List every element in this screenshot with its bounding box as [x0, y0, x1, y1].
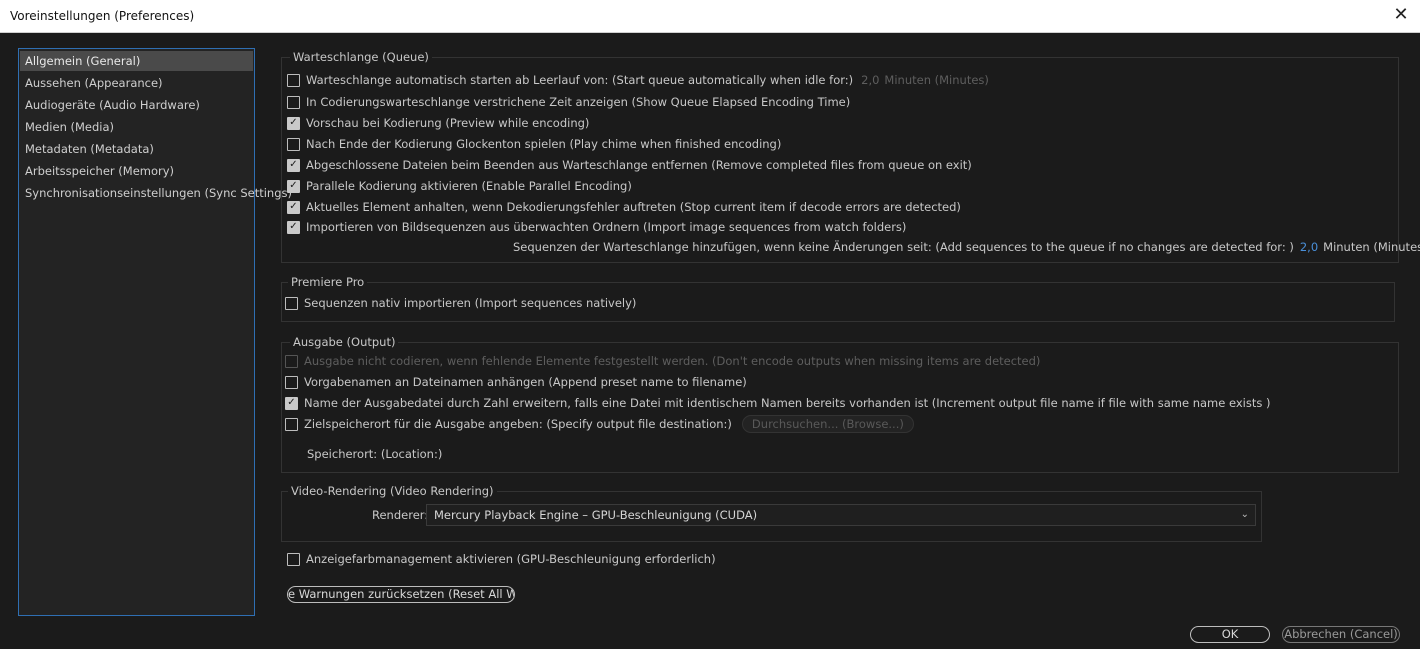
output-option-destination: Zielspeicherort für die Ausgabe angeben:…	[285, 415, 914, 433]
cancel-button[interactable]: Abbrechen (Cancel)	[1282, 626, 1400, 643]
idle-minutes-value[interactable]: 2,0	[861, 73, 879, 87]
category-list: Allgemein (General) Aussehen (Appearance…	[18, 48, 292, 616]
sidebar-item-sync-settings[interactable]: Synchronisationseinstellungen (Sync Sett…	[20, 183, 292, 203]
window-title: Voreinstellungen (Preferences)	[10, 9, 195, 23]
option-label: Ausgabe nicht codieren, wenn fehlende El…	[304, 354, 1041, 368]
queue-option-import-sequences: ✓ Importieren von Bildsequenzen aus über…	[287, 219, 906, 235]
sidebar-item-general[interactable]: Allgemein (General)	[20, 51, 253, 71]
checkbox[interactable]: ✓	[287, 200, 300, 214]
checkbox[interactable]	[287, 73, 300, 87]
option-label: Parallele Kodierung aktivieren (Enable P…	[306, 179, 632, 193]
checkbox[interactable]	[287, 552, 300, 566]
option-label: In Codierungswarteschlange verstrichene …	[306, 95, 851, 109]
option-label: Vorgabenamen an Dateinamen anhängen (App…	[304, 375, 747, 389]
queue-option-autostart: Warteschlange automatisch starten ab Lee…	[287, 72, 989, 88]
checkbox[interactable]	[285, 296, 298, 310]
renderer-value: Mercury Playback Engine – GPU-Beschleuni…	[434, 508, 758, 522]
output-option-increment-name: ✓ Name der Ausgabedatei durch Zahl erwei…	[285, 395, 1270, 411]
close-icon[interactable]: ✕	[1390, 4, 1412, 26]
add-sequences-label: Sequenzen der Warteschlange hinzufügen, …	[513, 240, 1294, 254]
option-label: Nach Ende der Kodierung Glockenton spiel…	[306, 137, 782, 151]
title-bar: Voreinstellungen (Preferences) ✕	[0, 0, 1420, 33]
add-sequences-row: Sequenzen der Warteschlange hinzufügen, …	[513, 239, 1420, 255]
checkbox[interactable]	[287, 95, 300, 109]
option-label: Name der Ausgabedatei durch Zahl erweite…	[304, 396, 1271, 410]
queue-option-stop-on-errors: ✓ Aktuelles Element anhalten, wenn Dekod…	[287, 199, 961, 215]
video-rendering-legend: Video-Rendering (Video Rendering)	[288, 484, 497, 498]
ok-button[interactable]: OK	[1190, 626, 1270, 643]
output-legend: Ausgabe (Output)	[290, 335, 399, 349]
add-sequences-unit: Minuten (Minutes)	[1323, 240, 1420, 254]
checkbox[interactable]: ✓	[285, 396, 298, 410]
location-label: Speicherort: (Location:)	[307, 447, 443, 461]
option-label: Warteschlange automatisch starten ab Lee…	[306, 73, 854, 87]
option-label: Aktuelles Element anhalten, wenn Dekodie…	[306, 200, 961, 214]
add-sequences-value[interactable]: 2,0	[1300, 240, 1318, 254]
checkbox[interactable]	[285, 375, 298, 389]
option-label: Zielspeicherort für die Ausgabe angeben:…	[304, 417, 732, 431]
checkbox[interactable]: ✓	[287, 179, 300, 193]
premiere-option-native-import: Sequenzen nativ importieren (Import sequ…	[285, 295, 636, 311]
idle-minutes-unit: Minuten (Minutes)	[884, 73, 989, 87]
display-color-option: Anzeigefarbmanagement aktivieren (GPU-Be…	[287, 551, 716, 567]
option-label: Sequenzen nativ importieren (Import sequ…	[304, 296, 637, 310]
checkbox[interactable]	[285, 417, 298, 431]
option-label: Importieren von Bildsequenzen aus überwa…	[306, 220, 907, 234]
browse-button: Durchsuchen... (Browse...)	[741, 415, 914, 433]
output-option-missing-items: Ausgabe nicht codieren, wenn fehlende El…	[285, 353, 1040, 369]
checkbox[interactable]: ✓	[287, 158, 300, 172]
option-label: Abgeschlossene Dateien beim Beenden aus …	[306, 158, 972, 172]
sidebar-item-metadata[interactable]: Metadaten (Metadata)	[20, 139, 253, 159]
checkbox[interactable]	[287, 137, 300, 151]
checkbox[interactable]: ✓	[287, 116, 300, 130]
queue-option-remove-completed: ✓ Abgeschlossene Dateien beim Beenden au…	[287, 157, 972, 173]
queue-option-parallel: ✓ Parallele Kodierung aktivieren (Enable…	[287, 178, 632, 194]
sidebar-item-appearance[interactable]: Aussehen (Appearance)	[20, 73, 253, 93]
checkbox[interactable]: ✓	[287, 220, 300, 234]
checkbox	[285, 354, 298, 368]
renderer-label: Renderer:	[372, 508, 429, 522]
premiere-legend: Premiere Pro	[288, 275, 368, 289]
sidebar-item-memory[interactable]: Arbeitsspeicher (Memory)	[20, 161, 253, 181]
sidebar-item-audio-hardware[interactable]: Audiogeräte (Audio Hardware)	[20, 95, 253, 115]
queue-legend: Warteschlange (Queue)	[290, 50, 432, 64]
queue-option-elapsed-time: In Codierungswarteschlange verstrichene …	[287, 94, 850, 110]
sidebar-item-media[interactable]: Medien (Media)	[20, 117, 253, 137]
chevron-down-icon: ⌄	[1240, 509, 1249, 520]
option-label: Vorschau bei Kodierung (Preview while en…	[306, 116, 590, 130]
queue-option-preview: ✓ Vorschau bei Kodierung (Preview while …	[287, 115, 589, 131]
reset-warnings-button[interactable]: e Warnungen zurücksetzen (Reset All Warn…	[287, 586, 515, 603]
option-label: Anzeigefarbmanagement aktivieren (GPU-Be…	[306, 552, 716, 566]
output-option-append-preset: Vorgabenamen an Dateinamen anhängen (App…	[285, 374, 747, 390]
renderer-select[interactable]: Mercury Playback Engine – GPU-Beschleuni…	[426, 504, 1256, 526]
queue-option-chime: Nach Ende der Kodierung Glockenton spiel…	[287, 136, 781, 152]
